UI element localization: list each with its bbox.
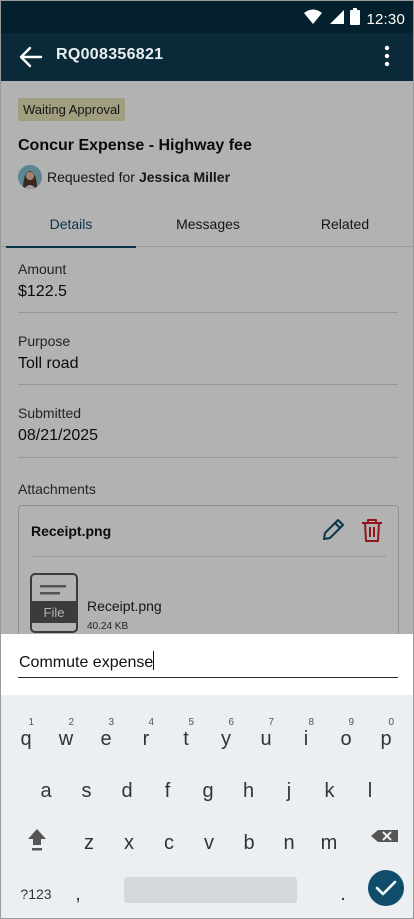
key-label: e xyxy=(100,728,112,750)
key-hint: 9 xyxy=(348,717,354,728)
key-label: c xyxy=(164,832,174,854)
key-label: d xyxy=(121,780,133,802)
app-bar: RQ008356821 xyxy=(1,33,413,81)
key-u[interactable]: u7 xyxy=(246,715,286,759)
key-hint: 4 xyxy=(148,717,154,728)
status-time: 12:30 xyxy=(366,10,405,28)
soft-keyboard: q1w2e3r4t5y6u7i8o9p0 asdfghjkl zxcvbnm ?… xyxy=(1,695,413,918)
key-hint: 2 xyxy=(68,717,74,728)
checkmark-icon xyxy=(375,880,397,896)
key-d[interactable]: d xyxy=(107,767,147,811)
key-x[interactable]: x xyxy=(109,819,149,863)
arrow-left-icon xyxy=(19,46,43,68)
key-label: v xyxy=(204,832,214,854)
key-m[interactable]: m xyxy=(309,819,349,863)
key-w[interactable]: w2 xyxy=(46,715,86,759)
key-t[interactable]: t5 xyxy=(166,715,206,759)
phone-screen: 12:30 RQ008356821 Waiting Approval Concu… xyxy=(0,0,414,919)
key-c[interactable]: c xyxy=(149,819,189,863)
more-menu-button[interactable] xyxy=(375,44,399,68)
key-label: s xyxy=(81,780,92,802)
key-label: m xyxy=(320,832,338,854)
key-label: g xyxy=(202,780,214,802)
more-vertical-icon xyxy=(384,45,390,67)
key-label: b xyxy=(243,832,255,854)
input-sheet xyxy=(1,634,413,695)
keyboard-row-1: q1w2e3r4t5y6u7i8o9p0 xyxy=(1,715,413,765)
key-label: h xyxy=(242,780,255,802)
key-r[interactable]: r4 xyxy=(126,715,166,759)
submit-key[interactable] xyxy=(368,870,404,906)
key-label: l xyxy=(367,780,373,802)
back-button[interactable] xyxy=(17,43,45,71)
key-label: y xyxy=(221,728,231,750)
key-label: o xyxy=(340,728,352,750)
symbols-key-label: ?123 xyxy=(20,886,52,902)
key-label: t xyxy=(183,728,189,750)
key-hint: 8 xyxy=(308,717,314,728)
key-i[interactable]: i8 xyxy=(286,715,326,759)
space-key[interactable] xyxy=(124,877,297,903)
wifi-icon xyxy=(304,9,323,30)
key-s[interactable]: s xyxy=(67,767,107,811)
key-label: f xyxy=(164,780,171,802)
key-hint: 6 xyxy=(228,717,234,728)
key-f[interactable]: f xyxy=(148,767,188,811)
key-label: i xyxy=(303,728,309,750)
key-o[interactable]: o9 xyxy=(326,715,366,759)
key-h[interactable]: h xyxy=(229,767,269,811)
battery-icon xyxy=(350,8,361,30)
key-v[interactable]: v xyxy=(189,819,229,863)
key-label: j xyxy=(286,780,292,802)
key-n[interactable]: n xyxy=(269,819,309,863)
key-q[interactable]: q1 xyxy=(6,715,46,759)
key-label: z xyxy=(84,832,94,854)
signal-icon xyxy=(328,9,345,30)
key-label: q xyxy=(20,728,32,750)
symbols-key[interactable]: ?123 xyxy=(11,870,61,914)
key-g[interactable]: g xyxy=(188,767,228,811)
period-key[interactable]: . xyxy=(326,870,360,914)
status-bar: 12:30 xyxy=(1,1,413,33)
key-j[interactable]: j xyxy=(269,767,309,811)
shift-icon xyxy=(28,829,46,851)
modal-scrim[interactable] xyxy=(1,81,413,634)
keyboard-row-3: zxcvbnm xyxy=(1,819,413,869)
key-label: a xyxy=(40,780,52,802)
key-label: w xyxy=(58,728,74,750)
key-label: u xyxy=(260,728,272,750)
key-label: r xyxy=(142,728,150,750)
key-label: p xyxy=(380,728,392,750)
key-z[interactable]: z xyxy=(69,819,109,863)
key-l[interactable]: l xyxy=(350,767,390,811)
backspace-key[interactable] xyxy=(366,821,402,865)
key-e[interactable]: e3 xyxy=(86,715,126,759)
text-input[interactable] xyxy=(18,648,398,678)
shift-key[interactable] xyxy=(19,821,55,865)
key-label: n xyxy=(283,832,295,854)
key-hint: 3 xyxy=(108,717,114,728)
key-hint: 0 xyxy=(388,717,394,728)
comma-key[interactable]: , xyxy=(61,870,95,914)
key-label: x xyxy=(124,832,134,854)
comma-key-label: , xyxy=(75,883,81,905)
key-hint: 5 xyxy=(188,717,194,728)
key-hint: 7 xyxy=(268,717,274,728)
key-y[interactable]: y6 xyxy=(206,715,246,759)
key-a[interactable]: a xyxy=(26,767,66,811)
key-hint: 1 xyxy=(28,717,34,728)
page-title: RQ008356821 xyxy=(56,46,164,63)
keyboard-row-2: asdfghjkl xyxy=(1,767,413,817)
key-b[interactable]: b xyxy=(229,819,269,863)
key-p[interactable]: p0 xyxy=(366,715,406,759)
key-label: k xyxy=(324,780,335,802)
period-key-label: . xyxy=(340,883,346,905)
backspace-icon xyxy=(371,830,398,842)
text-caret xyxy=(153,651,154,670)
key-k[interactable]: k xyxy=(310,767,350,811)
